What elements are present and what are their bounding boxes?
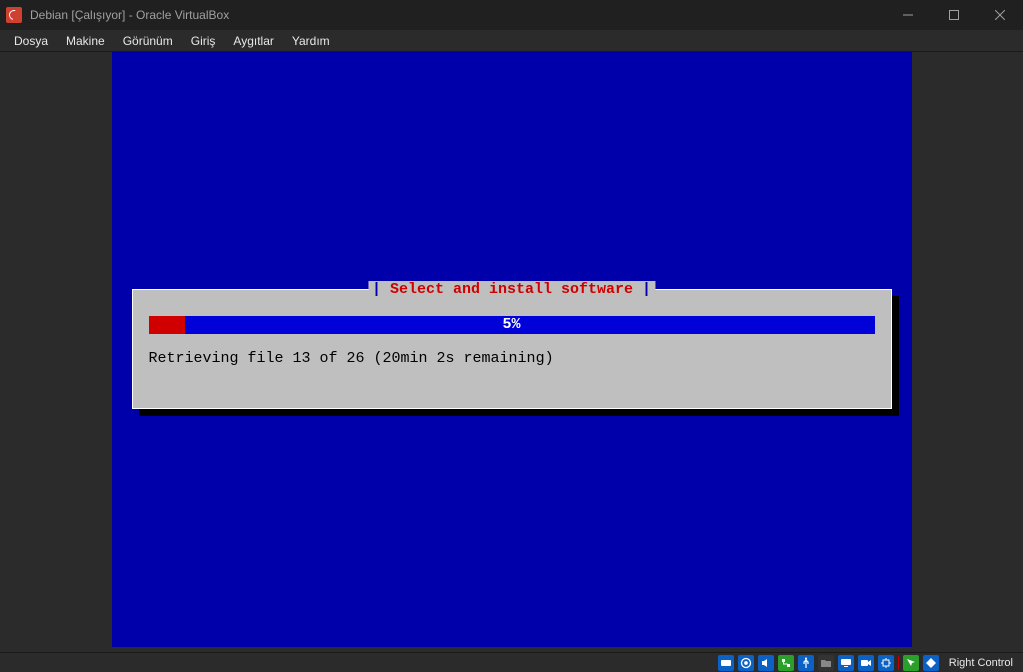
- guest-screen[interactable]: | Select and install software | 5% Retri…: [112, 52, 912, 647]
- shared-folder-icon[interactable]: [818, 655, 834, 671]
- maximize-button[interactable]: [931, 0, 977, 30]
- keyboard-capture-icon[interactable]: [923, 655, 939, 671]
- dialog-title-text: Select and install software: [381, 281, 642, 298]
- menu-machine[interactable]: Makine: [58, 32, 113, 50]
- mouse-integration-icon[interactable]: [903, 655, 919, 671]
- host-key-label: Right Control: [943, 657, 1019, 669]
- dialog-title: | Select and install software |: [368, 281, 655, 298]
- minimize-button[interactable]: [885, 0, 931, 30]
- menu-input[interactable]: Giriş: [183, 32, 224, 50]
- window-title: Debian [Çalışıyor] - Oracle VirtualBox: [30, 8, 229, 22]
- installer-dialog: | Select and install software | 5% Retri…: [132, 289, 892, 409]
- cpu-icon[interactable]: [878, 655, 894, 671]
- menu-file[interactable]: Dosya: [6, 32, 56, 50]
- recording-icon[interactable]: [858, 655, 874, 671]
- menu-bar: Dosya Makine Görünüm Giriş Aygıtlar Yard…: [0, 30, 1023, 52]
- window-titlebar: Debian [Çalışıyor] - Oracle VirtualBox: [0, 0, 1023, 30]
- network-icon[interactable]: [778, 655, 794, 671]
- audio-icon[interactable]: [758, 655, 774, 671]
- vm-display-area: | Select and install software | 5% Retri…: [0, 52, 1023, 652]
- virtualbox-icon: [6, 7, 22, 23]
- usb-icon[interactable]: [798, 655, 814, 671]
- close-button[interactable]: [977, 0, 1023, 30]
- menu-help[interactable]: Yardım: [284, 32, 338, 50]
- hard-disk-icon[interactable]: [718, 655, 734, 671]
- status-bar: Right Control: [0, 652, 1023, 672]
- menu-devices[interactable]: Aygıtlar: [225, 32, 281, 50]
- title-pipe-left: |: [372, 281, 381, 298]
- display-icon[interactable]: [838, 655, 854, 671]
- menu-view[interactable]: Görünüm: [115, 32, 181, 50]
- title-pipe-right: |: [642, 281, 651, 298]
- progress-percent: 5%: [133, 316, 891, 334]
- progress-status: Retrieving file 13 of 26 (20min 2s remai…: [149, 350, 554, 367]
- status-separator: [898, 656, 899, 670]
- optical-disc-icon[interactable]: [738, 655, 754, 671]
